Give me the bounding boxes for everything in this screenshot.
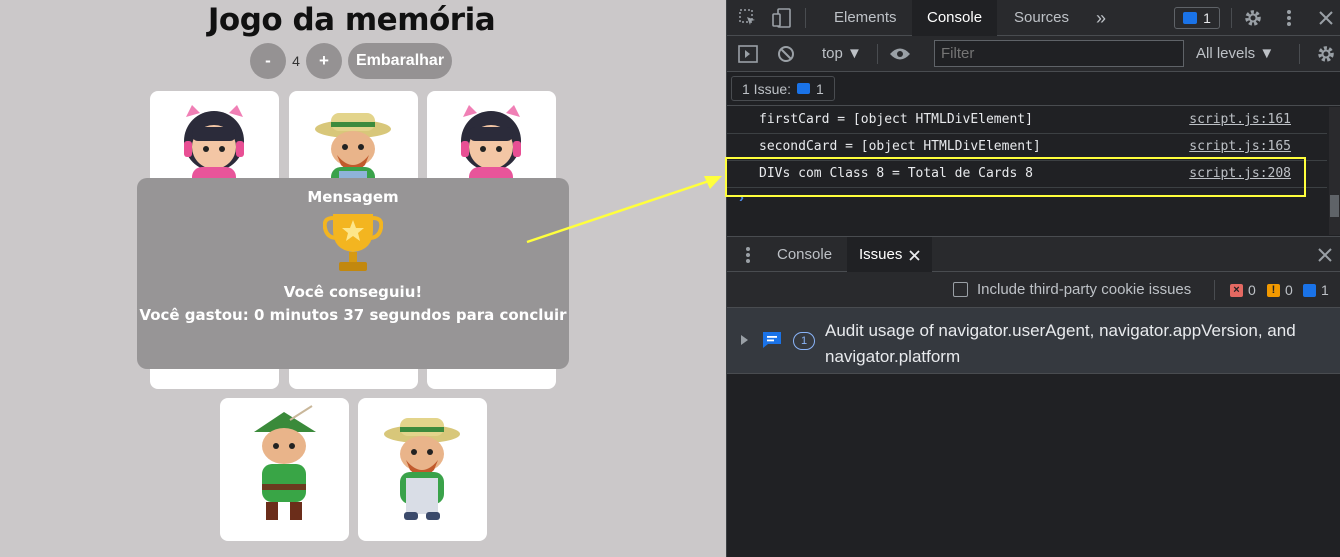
console-scrollbar[interactable] — [1329, 107, 1340, 235]
more-tabs-button[interactable]: » — [1081, 0, 1121, 36]
decrease-button[interactable]: - — [250, 43, 286, 79]
elapsed-time-message: Você gastou: 0 minutos 37 segundos para … — [139, 306, 567, 324]
drawer-menu-icon[interactable] — [741, 245, 755, 265]
console-settings-gear-icon[interactable] — [1315, 43, 1337, 65]
farmer-icon — [384, 418, 460, 520]
console-message: firstCard = [object HTMLDivElement] scri… — [727, 107, 1327, 134]
console-source-link[interactable]: script.js:165 — [1189, 139, 1291, 154]
console-message: DIVs com Class 8 = Total de Cards 8 scri… — [727, 161, 1327, 188]
info-count: 1 — [1303, 272, 1329, 308]
archer-icon — [254, 405, 316, 520]
tabbar-divider — [805, 8, 806, 28]
console-message-text: secondCard = [object HTMLDivElement] — [759, 139, 1041, 154]
info-count-value: 1 — [1321, 282, 1329, 298]
success-modal: Mensagem Você conseguiu! Você gastou: 0 … — [137, 178, 569, 369]
scrollbar-thumb[interactable] — [1330, 195, 1339, 217]
console-message-text: DIVs com Class 8 = Total de Cards 8 — [759, 166, 1033, 181]
log-levels-dropdown[interactable]: All levels ▼ — [1196, 36, 1274, 72]
issues-toolbar: Include third-party cookie issues × 0 ! … — [727, 272, 1340, 308]
modal-title: Mensagem — [307, 188, 399, 206]
message-icon — [1303, 283, 1316, 297]
message-icon — [797, 83, 811, 94]
sidebar-toggle-icon[interactable] — [737, 44, 759, 64]
archer-card[interactable] — [220, 398, 349, 541]
error-count-value: 0 — [1248, 282, 1256, 298]
shuffle-button[interactable]: Embaralhar — [348, 43, 453, 79]
third-party-cookie-checkbox[interactable] — [953, 282, 968, 297]
console-source-link[interactable]: script.js:161 — [1189, 112, 1291, 127]
tab-elements[interactable]: Elements — [819, 0, 912, 36]
third-party-cookie-label: Include third-party cookie issues — [977, 281, 1192, 298]
pair-count: 4 — [292, 53, 300, 69]
expand-triangle-icon[interactable] — [739, 334, 749, 346]
warning-count: ! 0 — [1267, 272, 1293, 308]
message-icon — [761, 330, 783, 350]
devtools-panel: Elements Console Sources » 1 top ▼ Filte… — [726, 0, 1340, 557]
success-message: Você conseguiu! — [283, 283, 423, 301]
context-value: top — [822, 45, 843, 62]
game-controls: - 4 + Embaralhar — [250, 43, 453, 79]
context-select[interactable]: top ▼ — [822, 36, 862, 72]
close-drawer-icon[interactable] — [1317, 247, 1333, 263]
log-levels-value: All levels — [1196, 45, 1256, 62]
trophy-icon — [323, 214, 383, 271]
issue-title: Audit usage of navigator.userAgent, navi… — [825, 321, 1296, 366]
tab-sources[interactable]: Sources — [999, 0, 1084, 36]
console-source-link[interactable]: script.js:208 — [1189, 166, 1291, 181]
more-options-icon[interactable] — [1281, 7, 1297, 29]
warning-icon: ! — [1267, 283, 1280, 297]
warning-count-value: 0 — [1285, 282, 1293, 298]
close-devtools-icon[interactable] — [1315, 7, 1337, 29]
issues-badge[interactable]: 1 — [1174, 7, 1220, 29]
chevron-down-icon: ▼ — [847, 45, 862, 62]
drawer-tabbar: Console Issues — [727, 236, 1340, 272]
device-toolbar-icon[interactable] — [771, 7, 793, 29]
toolbar-divider — [877, 44, 878, 64]
console-issue-row: 1 Issue: 1 — [727, 72, 1340, 106]
increase-button[interactable]: + — [306, 43, 342, 79]
console-messages: firstCard = [object HTMLDivElement] scri… — [727, 107, 1327, 206]
inspect-element-icon[interactable] — [737, 8, 759, 28]
tab-console[interactable]: Console — [912, 0, 998, 36]
issues-link[interactable]: 1 Issue: 1 — [731, 76, 835, 101]
live-expression-eye-icon[interactable] — [887, 44, 913, 64]
chevron-down-icon: ▼ — [1259, 45, 1275, 62]
error-count: × 0 — [1230, 272, 1256, 308]
message-icon — [1183, 12, 1198, 24]
settings-gear-icon[interactable] — [1242, 7, 1264, 29]
filter-input[interactable] — [934, 40, 1184, 67]
error-icon: × — [1230, 283, 1243, 297]
issues-link-label: 1 Issue: — [742, 80, 792, 97]
devtools-tabbar: Elements Console Sources » 1 — [727, 0, 1340, 36]
close-tab-icon[interactable] — [907, 248, 921, 262]
console-prompt[interactable]: › — [739, 189, 744, 206]
issues-badge-count: 1 — [1203, 10, 1211, 26]
toolbar-divider — [1299, 44, 1300, 64]
page-title: Jogo da memória — [207, 2, 496, 38]
drawer-tab-issues-label: Issues — [859, 246, 903, 263]
issue-occurrence-count: 1 — [793, 332, 815, 350]
issues-link-count: 1 — [816, 80, 824, 97]
console-message: secondCard = [object HTMLDivElement] scr… — [727, 134, 1327, 161]
console-message-text: firstCard = [object HTMLDivElement] — [759, 112, 1033, 127]
console-toolbar: top ▼ All levels ▼ — [727, 36, 1340, 72]
memory-game-page: Jogo da memória - 4 + Embaralhar SG — [0, 0, 726, 557]
clear-console-icon[interactable] — [775, 44, 797, 64]
issue-item[interactable]: 1 Audit usage of navigator.userAgent, na… — [727, 308, 1340, 374]
tabbar-divider — [1231, 8, 1232, 28]
drawer-tab-console[interactable]: Console — [765, 237, 844, 272]
farmer-card[interactable] — [358, 398, 487, 541]
toolbar-divider — [1214, 280, 1215, 300]
